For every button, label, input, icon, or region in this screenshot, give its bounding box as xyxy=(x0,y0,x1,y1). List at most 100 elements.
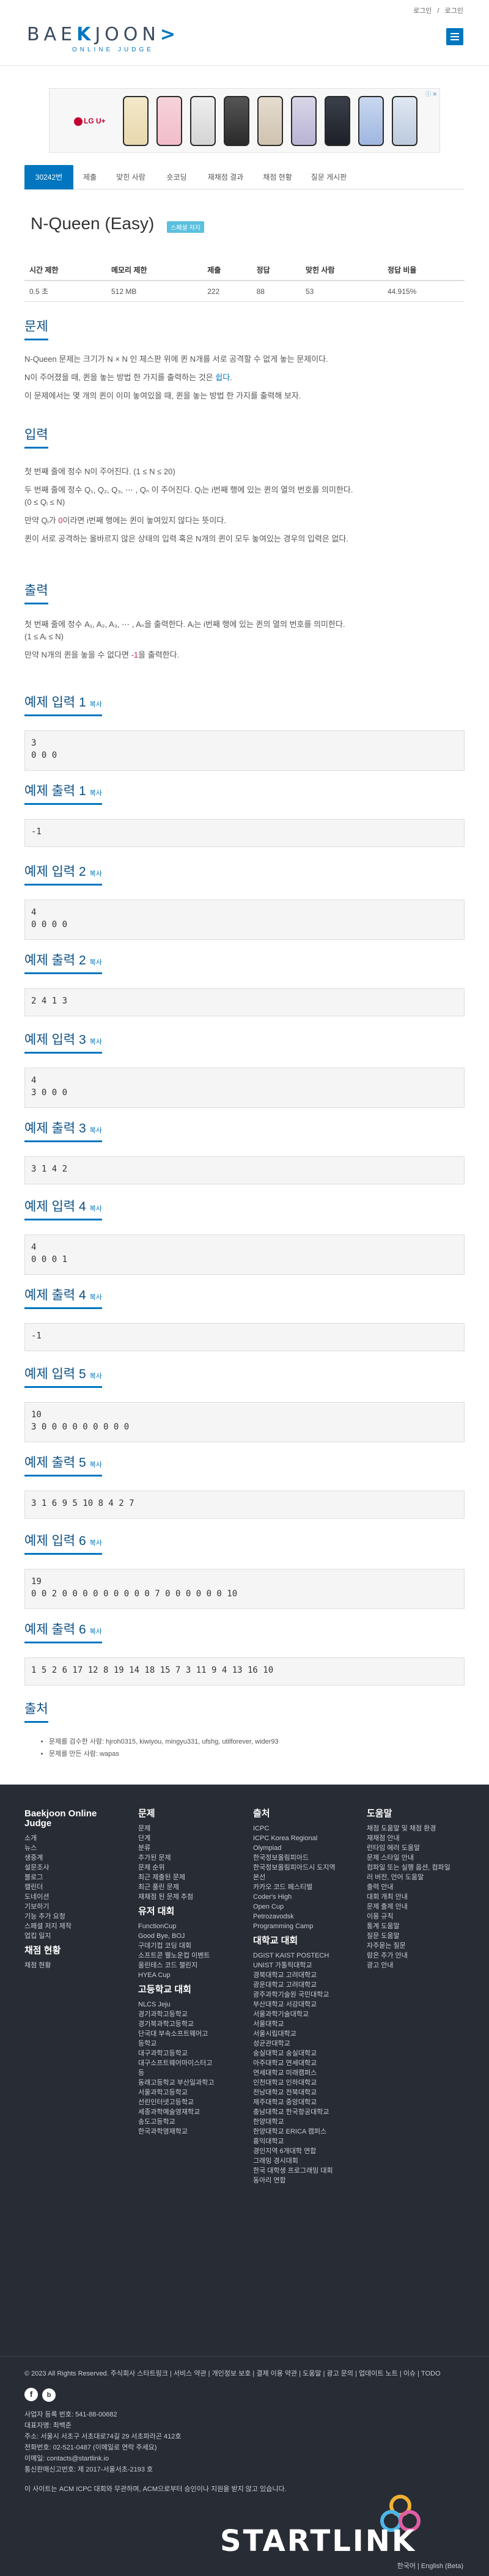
footer-link[interactable]: 통계 도움말 xyxy=(367,1921,471,1931)
footer-link[interactable]: 광고 안내 xyxy=(367,1961,471,1970)
footer-link[interactable]: 구데기컵 코딩 대회 xyxy=(138,1941,230,1951)
copy-button[interactable]: 복사 xyxy=(90,1539,102,1547)
footer-link[interactable]: 단계 xyxy=(138,1833,230,1843)
footer-link[interactable]: 문제 xyxy=(138,1824,230,1833)
ad-close-icon[interactable]: ⓘ ✕ xyxy=(425,90,437,98)
footer-link[interactable]: 기보하기 xyxy=(24,1902,122,1912)
footer-link[interactable]: 충남대학교 한국항공대학교 xyxy=(253,2107,351,2117)
footer-link[interactable]: 서울과학기술대학교 xyxy=(253,2009,351,2019)
footer-link[interactable]: 동래고등학교 부산일과학고 xyxy=(138,2078,230,2088)
sample-input-box[interactable]: 4 0 0 0 1 xyxy=(24,1235,465,1275)
footer-link[interactable]: UNIST 가톨릭대학교 xyxy=(253,1961,351,1970)
footer-link[interactable]: 최근 제출된 문제 xyxy=(138,1873,230,1882)
footer-link[interactable]: 등학교 xyxy=(138,2039,230,2049)
facebook-icon[interactable]: f xyxy=(24,2388,38,2401)
copy-button[interactable]: 복사 xyxy=(90,1628,102,1635)
footer-link[interactable]: 한양대학교 xyxy=(253,2117,351,2127)
copy-button[interactable]: 복사 xyxy=(90,959,102,966)
footer-link[interactable]: 결제 이용 약관 xyxy=(256,2370,297,2377)
footer-link[interactable]: Programming Camp xyxy=(253,1921,351,1931)
footer-link[interactable]: 홍익대학교 xyxy=(253,2137,351,2146)
footer-link[interactable]: 설문조사 xyxy=(24,1863,122,1873)
footer-link[interactable]: DGIST KAIST POSTECH xyxy=(253,1951,351,1961)
footer-link[interactable]: 선린인터넷고등학교 xyxy=(138,2097,230,2107)
footer-link[interactable]: 한양대학교 ERICA 캠퍼스 xyxy=(253,2127,351,2137)
menu-toggle-button[interactable] xyxy=(446,28,463,45)
sample-input-box[interactable]: 4 0 0 0 0 xyxy=(24,900,465,940)
footer-link[interactable]: 스페셜 저지 제작 xyxy=(24,1921,122,1931)
footer-link[interactable]: 도네이션 xyxy=(24,1892,122,1902)
footer-link[interactable]: Open Cup xyxy=(253,1902,351,1912)
footer-link[interactable]: 질문 도움말 xyxy=(367,1931,471,1941)
footer-link[interactable]: 한국 대학생 프로그래밍 대회 xyxy=(253,2166,351,2176)
footer-link[interactable]: 단국대 부속소프트웨어고 xyxy=(138,2029,230,2039)
copy-button[interactable]: 복사 xyxy=(90,870,102,878)
footer-link[interactable]: 등 xyxy=(138,2068,230,2078)
footer-link[interactable]: 채점 현황 xyxy=(24,1961,122,1970)
sample-output-box[interactable]: 3 1 6 9 5 10 8 4 2 7 xyxy=(24,1491,465,1519)
footer-link[interactable]: 문제 순위 xyxy=(138,1863,230,1873)
copy-button[interactable]: 복사 xyxy=(90,1205,102,1213)
footer-link[interactable]: HYEA Cup xyxy=(138,1970,230,1980)
footer-link[interactable]: 광고 문의 xyxy=(327,2370,354,2377)
footer-link[interactable]: 출력 안내 xyxy=(367,1882,471,1892)
footer-link[interactable]: 숭실대학교 숭실대학교 xyxy=(253,2049,351,2058)
footer-link[interactable]: Petrozavodsk xyxy=(253,1912,351,1921)
footer-link[interactable]: TODO xyxy=(421,2370,441,2377)
footer-link[interactable]: NLCS Jeju xyxy=(138,2000,230,2009)
copy-button[interactable]: 복사 xyxy=(90,1127,102,1134)
sample-input-box[interactable]: 10 3 0 0 0 0 0 0 0 0 0 xyxy=(24,1402,465,1442)
footer-link[interactable]: ICPC xyxy=(253,1824,351,1833)
copy-button[interactable]: 복사 xyxy=(90,790,102,797)
footer-link[interactable]: 문제 출제 안내 xyxy=(367,1902,471,1912)
tab-problem[interactable]: 30242번 xyxy=(24,165,73,189)
footer-link[interactable]: 한국정보올림피아드시 도지역 xyxy=(253,1863,351,1873)
sample-input-box[interactable]: 3 0 0 0 xyxy=(24,730,465,771)
footer-link[interactable]: 광운대학교 고려대학교 xyxy=(253,1980,351,1990)
footer-link[interactable]: 이용 규칙 xyxy=(367,1912,471,1921)
sample-output-box[interactable]: 3 1 4 2 xyxy=(24,1156,465,1184)
sample-input-box[interactable]: 4 3 0 0 0 xyxy=(24,1068,465,1108)
footer-link[interactable]: ICPC Korea Regional xyxy=(253,1833,351,1843)
footer-link[interactable]: 개인정보 보호 xyxy=(212,2370,251,2377)
sample-output-box[interactable]: 2 4 1 3 xyxy=(24,988,465,1016)
footer-link[interactable]: 분류 xyxy=(138,1843,230,1853)
language-switch[interactable]: 한국어 | English (Beta) xyxy=(397,2561,463,2570)
advertisement-banner[interactable]: LG U+ ⓘ ✕ xyxy=(49,88,440,153)
footer-link[interactable]: 경인지역 6개대학 연합 xyxy=(253,2146,351,2156)
footer-link[interactable]: 소프트콘 웰노운컵 이벤트 xyxy=(138,1951,230,1961)
footer-link[interactable]: 부산대학교 서강대학교 xyxy=(253,2000,351,2009)
footer-link[interactable]: 기능 추가 요청 xyxy=(24,1912,122,1921)
sample-input-box[interactable]: 19 0 0 2 0 0 0 0 0 0 0 0 0 7 0 0 0 0 0 0… xyxy=(24,1569,465,1609)
footer-link[interactable]: 연세대학교 미래캠퍼스 xyxy=(253,2068,351,2078)
footer-link[interactable]: Olympiad xyxy=(253,1843,351,1853)
footer-link[interactable]: 대회 개최 안내 xyxy=(367,1892,471,1902)
footer-link[interactable]: 동아리 연합 xyxy=(253,2176,351,2185)
footer-link[interactable]: FunctionCup xyxy=(138,1921,230,1931)
footer-link[interactable]: 세종과학예술영재학교 xyxy=(138,2107,230,2117)
footer-link[interactable]: 송도고등학교 xyxy=(138,2117,230,2127)
footer-link[interactable]: 도움말 xyxy=(303,2370,321,2377)
footer-link[interactable]: 컴파일 또는 실행 옵션, 컴파일 xyxy=(367,1863,471,1873)
tab-solvers[interactable]: 맞힌 사람 xyxy=(106,165,155,189)
footer-link[interactable]: 소개 xyxy=(24,1833,122,1843)
login-link[interactable]: 로그인 xyxy=(413,7,432,15)
footer-link[interactable]: 최근 풀린 문제 xyxy=(138,1882,230,1892)
footer-link[interactable]: 경기북과학고등학교 xyxy=(138,2019,230,2029)
footer-link[interactable]: 서울대학교 xyxy=(253,2019,351,2029)
footer-link[interactable]: 이슈 xyxy=(403,2370,416,2377)
footer-link[interactable]: 러 버전, 언어 도움말 xyxy=(367,1873,471,1882)
register-link[interactable]: 로그인 xyxy=(445,7,463,15)
footer-link[interactable]: 생중계 xyxy=(24,1853,122,1863)
footer-link[interactable]: 대구과학고등학교 xyxy=(138,2049,230,2058)
copy-button[interactable]: 복사 xyxy=(90,701,102,708)
footer-link[interactable]: 런타임 에러 도움말 xyxy=(367,1843,471,1853)
sample-output-box[interactable]: -1 xyxy=(24,1323,465,1351)
footer-link[interactable]: 람은 추가 안내 xyxy=(367,1951,471,1961)
tab-rejudge[interactable]: 재채점 결과 xyxy=(198,165,253,189)
sample-output-box[interactable]: -1 xyxy=(24,819,465,847)
footer-link[interactable]: 서비스 약관 xyxy=(174,2370,207,2377)
footer-link[interactable]: 아주대학교 연세대학교 xyxy=(253,2058,351,2068)
footer-link[interactable]: 재채점 된 문제 추첨 xyxy=(138,1892,230,1902)
tab-submit[interactable]: 제출 xyxy=(75,165,105,189)
